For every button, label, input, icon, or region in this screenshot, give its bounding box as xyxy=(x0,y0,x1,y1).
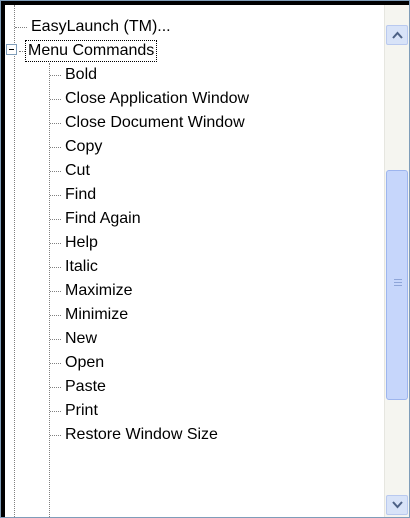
scroll-thumb[interactable] xyxy=(386,170,408,400)
tree-item[interactable]: Find Again xyxy=(5,207,365,231)
scroll-down-button[interactable] xyxy=(386,495,408,515)
tree-item[interactable]: Print xyxy=(5,399,365,423)
tree-item[interactable]: Close Document Window xyxy=(5,111,365,135)
tree-item[interactable]: Bold xyxy=(5,63,365,87)
tree-item-label: Open xyxy=(65,354,105,371)
tree-item-label: Find Again xyxy=(65,210,141,227)
arrow-up-icon xyxy=(392,31,403,39)
tree-item-label: Minimize xyxy=(65,306,129,323)
tree-item-label: Close Document Window xyxy=(65,114,245,131)
tree-item-label: Help xyxy=(65,234,98,251)
tree-item-label: Menu Commands xyxy=(25,40,158,62)
scroll-up-button[interactable] xyxy=(386,25,408,45)
tree-item[interactable]: Find xyxy=(5,183,365,207)
tree-item-menu-commands[interactable]: Menu Commands xyxy=(5,39,365,63)
tree-item-label: New xyxy=(65,330,98,347)
tree-item[interactable]: Copy xyxy=(5,135,365,159)
tree-item-label: Print xyxy=(65,402,98,419)
arrow-down-icon xyxy=(392,501,403,509)
tree-item-label: Cut xyxy=(65,162,90,179)
tree-item[interactable]: New xyxy=(5,327,365,351)
tree-item-label: Maximize xyxy=(65,282,133,299)
tree-item-easylaunch[interactable]: EasyLaunch (TM)... xyxy=(5,15,365,39)
collapse-icon[interactable] xyxy=(6,44,17,55)
tree-item[interactable]: Help xyxy=(5,231,365,255)
tree-item[interactable]: Paste xyxy=(5,375,365,399)
tree-item-label: Paste xyxy=(65,378,106,395)
tree-item-label: Close Application Window xyxy=(65,90,250,107)
vertical-scrollbar[interactable] xyxy=(384,5,409,517)
tree-item-label: Find xyxy=(65,186,97,203)
tree-item[interactable]: Open xyxy=(5,351,365,375)
tree-item[interactable]: Italic xyxy=(5,255,365,279)
tree-item-label: Bold xyxy=(65,66,98,83)
tree-item[interactable]: Restore Window Size xyxy=(5,423,365,447)
tree-item[interactable]: Maximize xyxy=(5,279,365,303)
tree-item-label: Italic xyxy=(65,258,98,275)
tree-item-label: Copy xyxy=(65,138,103,155)
tree-item[interactable]: Minimize xyxy=(5,303,365,327)
tree-view-panel: EasyLaunch (TM)... Menu Commands Bold Clo… xyxy=(0,0,410,518)
grip-icon xyxy=(394,279,402,286)
tree-item-label: Restore Window Size xyxy=(65,426,218,443)
tree-item[interactable]: Cut xyxy=(5,159,365,183)
tree-view[interactable]: EasyLaunch (TM)... Menu Commands Bold Clo… xyxy=(5,5,381,517)
tree-item-label: EasyLaunch (TM)... xyxy=(31,18,171,35)
tree-item[interactable]: Close Application Window xyxy=(5,87,365,111)
